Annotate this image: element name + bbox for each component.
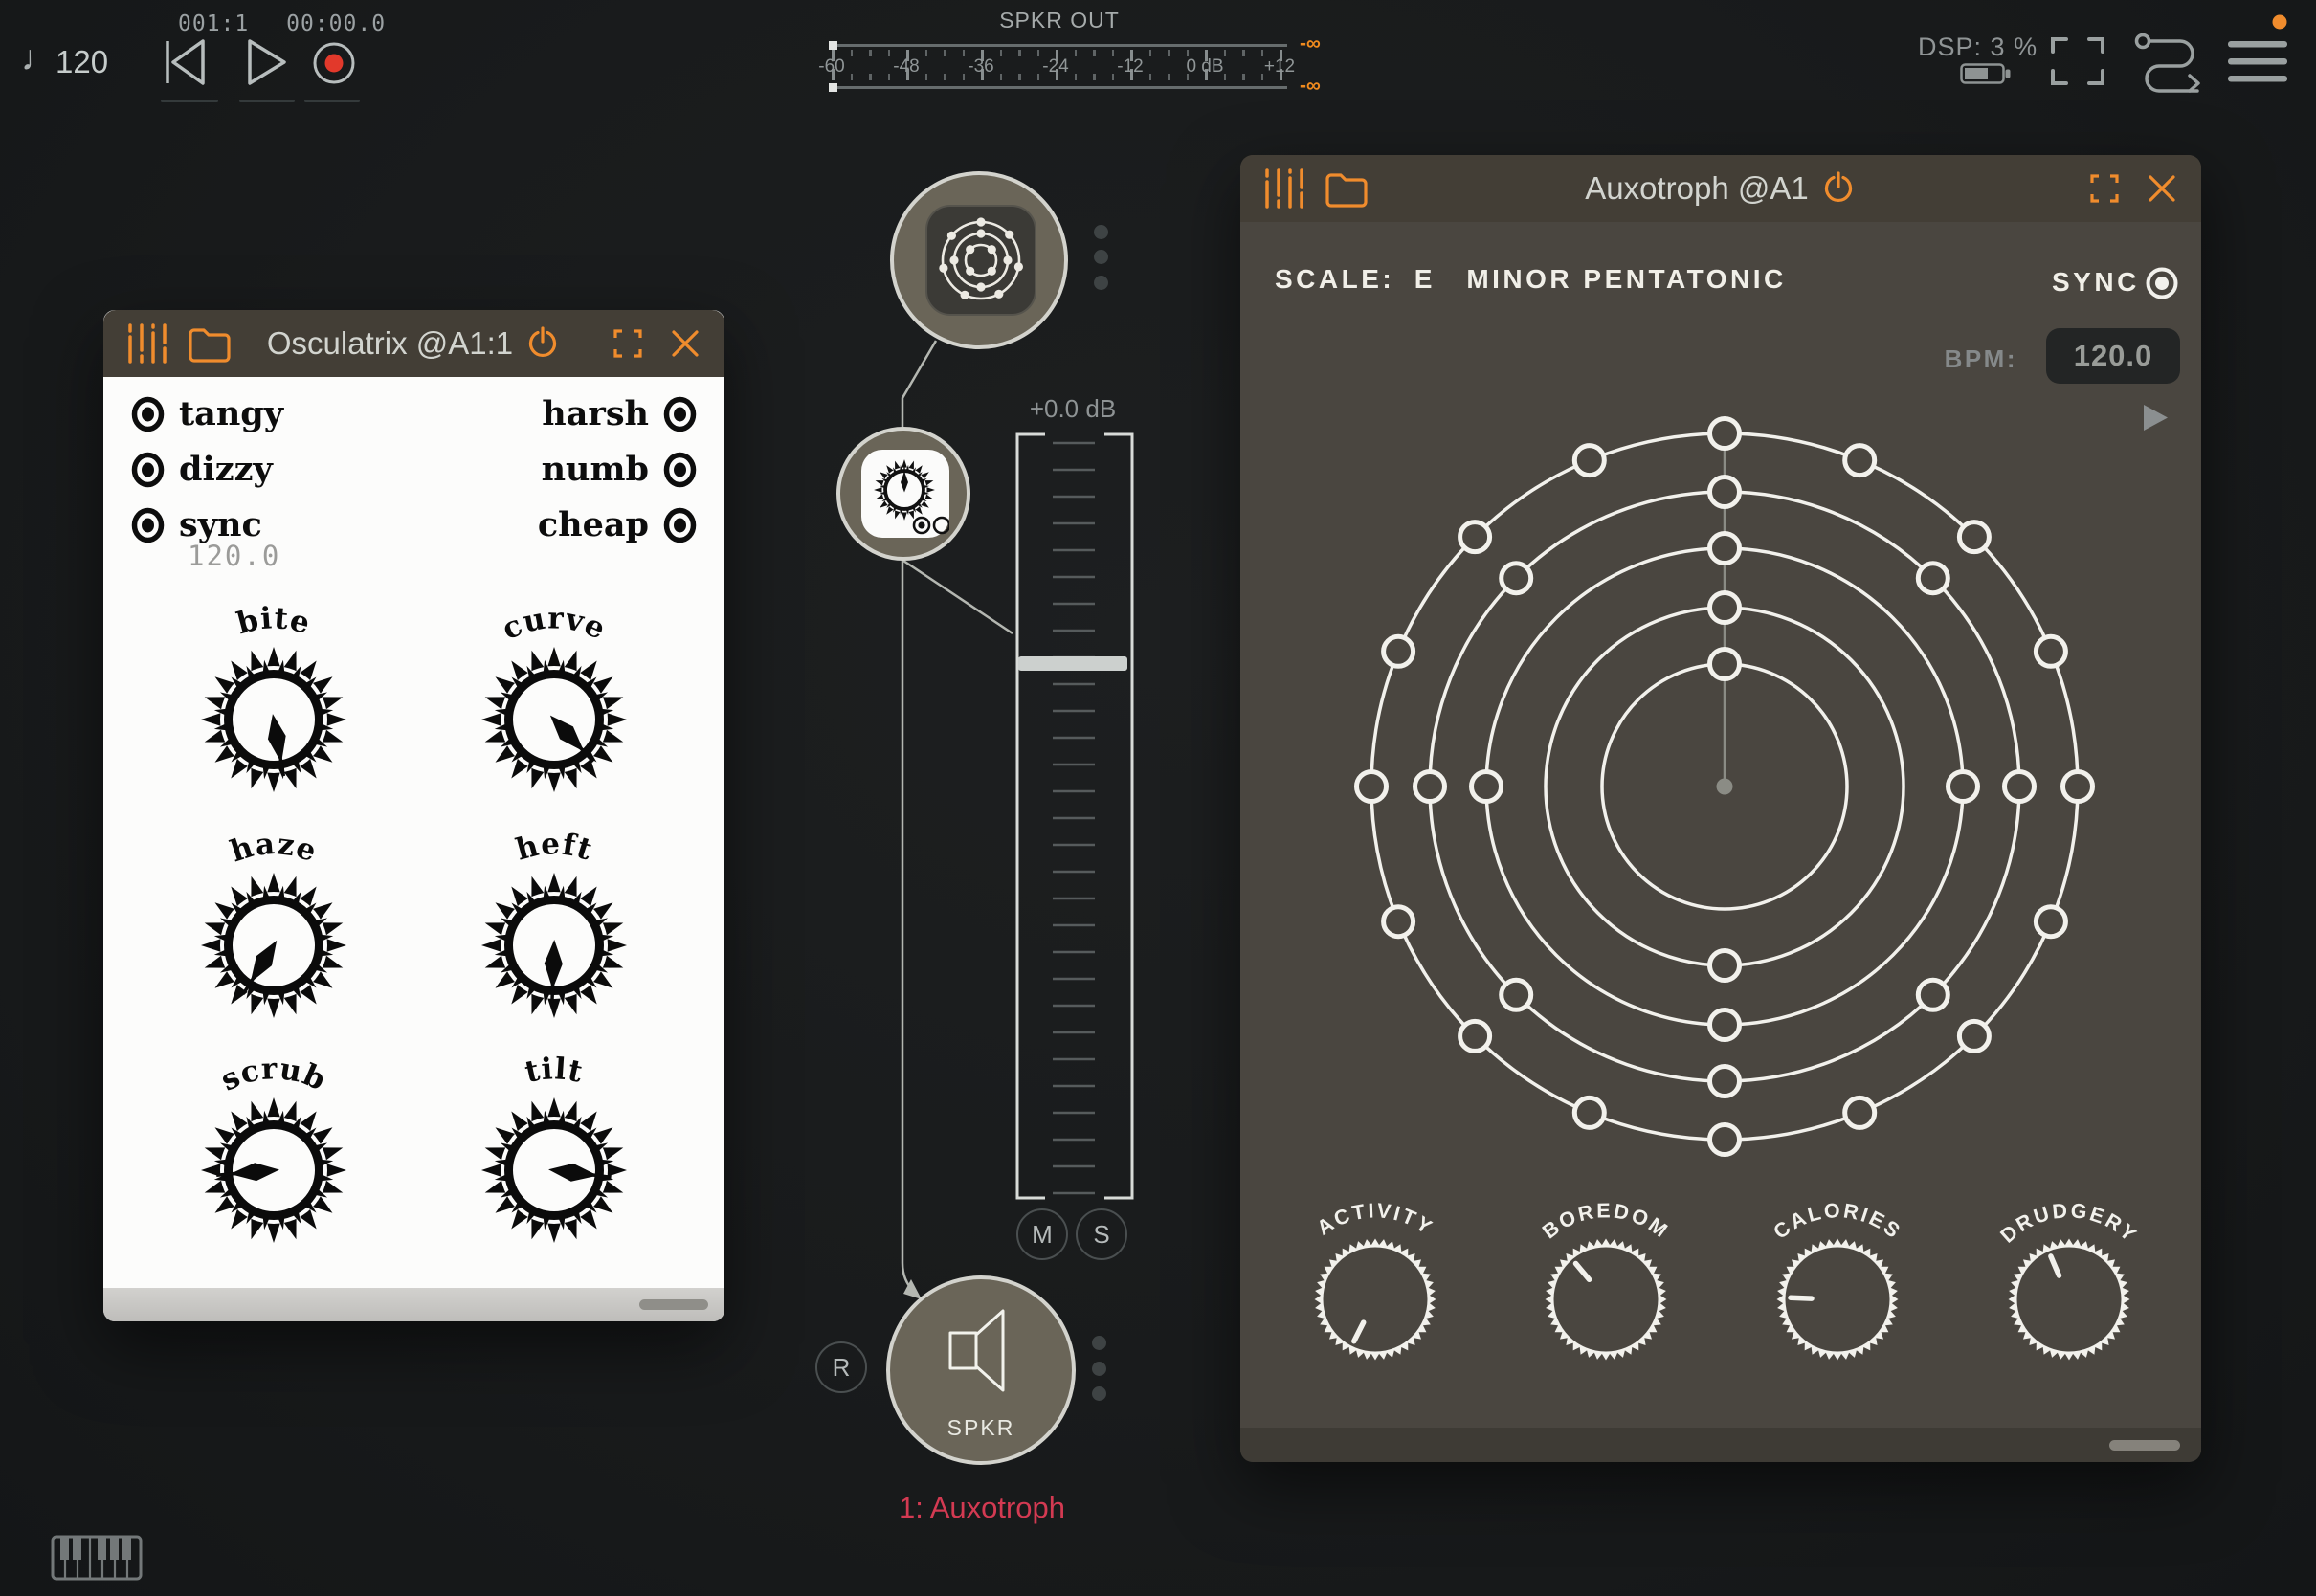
keyboard-icon[interactable] [51, 1535, 146, 1585]
osculatrix-window: Osculatrix @A1:1 tangy [103, 310, 724, 1321]
clock-time: 00:00.0 [286, 11, 386, 36]
rewind-button[interactable] [161, 38, 211, 86]
signal-route-icon[interactable] [2134, 33, 2209, 94]
transport-underline [161, 100, 218, 102]
resize-grip[interactable] [639, 1299, 708, 1310]
svg-text:curve: curve [497, 601, 611, 647]
auxotroph-node[interactable] [890, 171, 1068, 349]
meter-tick-label: 0 dB [1186, 56, 1223, 78]
selected-node-label: 1: Auxotroph [838, 1491, 1125, 1525]
battery-icon [1960, 61, 2015, 88]
node-port-dot [1094, 225, 1108, 239]
meter-tick-label: +12 [1264, 56, 1295, 78]
svg-text:heft: heft [512, 827, 596, 868]
speaker-icon [947, 1304, 1026, 1396]
transport-underline [304, 100, 360, 102]
node-port-dot [1094, 250, 1108, 264]
knob-curve[interactable]: curve [454, 586, 655, 815]
transport-position[interactable]: 001:1 00:00.0 [178, 11, 386, 36]
node-port-dot [1092, 1386, 1106, 1401]
knob-activity[interactable]: ACTIVITY [1270, 1189, 1481, 1376]
transport-underline [239, 100, 295, 102]
record-arm-button[interactable]: R [815, 1341, 867, 1393]
node-port-dot [1092, 1362, 1106, 1376]
mute-button[interactable]: M [1016, 1208, 1068, 1260]
meter-neg-inf-bottom: -∞ [1300, 75, 1321, 98]
osculatrix-node-icon [861, 450, 949, 538]
meter-tick-label: -60 [818, 56, 844, 78]
knob-tilt[interactable]: tilt [454, 1036, 655, 1266]
svg-text:bite: bite [234, 601, 315, 641]
knob-haze[interactable]: haze [173, 811, 374, 1041]
knob-calories[interactable]: CALORIES [1732, 1189, 1943, 1376]
record-button[interactable] [312, 41, 356, 85]
meter-tick-label: -36 [968, 56, 993, 78]
osculatrix-node[interactable] [836, 427, 970, 561]
svg-text:ACTIVITY: ACTIVITY [1313, 1199, 1438, 1240]
svg-text:BOREDOM: BOREDOM [1538, 1199, 1673, 1243]
auxotroph-footer [1240, 1428, 2201, 1462]
node-port-dot [1092, 1336, 1106, 1350]
note-icon: ♩ [21, 38, 56, 78]
dsp-readout: DSP: 3 % [1918, 33, 2038, 62]
bar-beat: 001:1 [178, 11, 249, 36]
meter-tick-label: -12 [1117, 56, 1143, 78]
meter-tick-label: -24 [1042, 56, 1068, 78]
meter-tick-label: -48 [893, 56, 919, 78]
fullscreen-button[interactable] [2050, 36, 2105, 86]
svg-text:tilt: tilt [522, 1052, 586, 1090]
fader-handle[interactable] [1018, 656, 1127, 671]
osculatrix-footer [103, 1288, 724, 1321]
svg-text:scrub: scrub [215, 1052, 331, 1097]
knob-drudgery[interactable]: DRUDGERY [1964, 1189, 2174, 1376]
volume-readout[interactable]: +0.0 dB [1013, 394, 1133, 424]
node-port-dot [1094, 276, 1108, 290]
knob-scrub[interactable]: scrub [173, 1036, 374, 1266]
meter-neg-inf-top: -∞ [1300, 33, 1321, 55]
app-root: ♩ 120 001:1 00:00.0 SPKR OUT -60-48-36-2… [0, 0, 2316, 1596]
speaker-node[interactable]: SPKR [886, 1275, 1076, 1465]
record-icon [325, 55, 344, 73]
knob-boredom[interactable]: BOREDOM [1501, 1189, 1711, 1376]
knob-bite[interactable]: bite [173, 586, 374, 815]
svg-text:CALORIES: CALORIES [1770, 1199, 1906, 1244]
notification-dot [2273, 15, 2287, 30]
fader-scale [1048, 435, 1100, 1201]
solo-button[interactable]: S [1076, 1208, 1127, 1260]
svg-text:haze: haze [226, 827, 322, 870]
auxotroph-node-icon [925, 205, 1036, 316]
auxotroph-window: Auxotroph @A1 SCALE: E MINOR PENT [1240, 155, 2201, 1462]
play-button[interactable] [245, 38, 289, 86]
output-meter: SPKR OUT -60-48-36-24-120 dB+12 -∞ -∞ [832, 8, 1287, 94]
knob-heft[interactable]: heft [454, 811, 655, 1041]
resize-grip[interactable] [2109, 1440, 2180, 1451]
tempo-display[interactable]: 120 [56, 44, 108, 80]
menu-icon[interactable] [2220, 13, 2295, 88]
speaker-node-label: SPKR [890, 1415, 1072, 1441]
